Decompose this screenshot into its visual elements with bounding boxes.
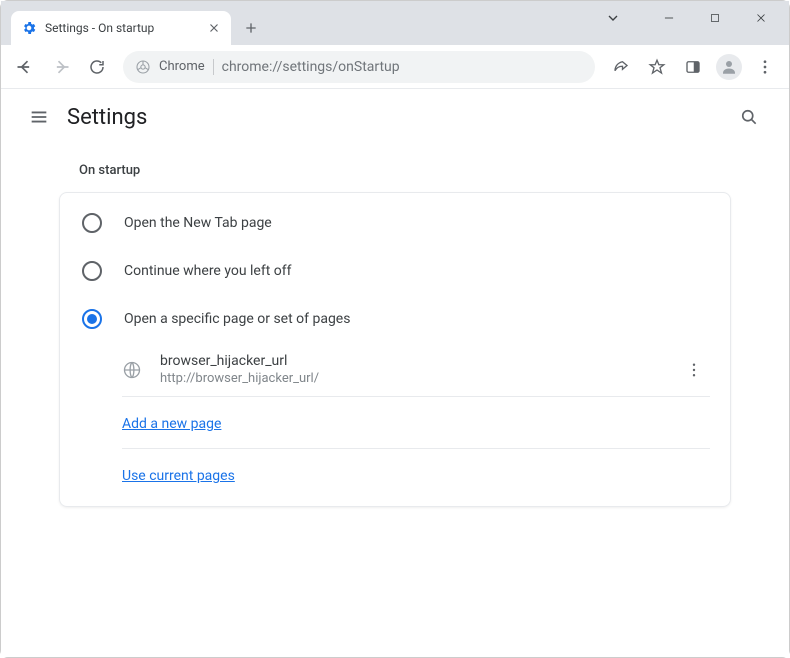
page-name: browser_hijacker_url (160, 353, 660, 369)
search-button[interactable] (729, 97, 769, 137)
bookmark-button[interactable] (641, 51, 673, 83)
page-title: Settings (67, 105, 147, 130)
close-icon[interactable] (207, 21, 221, 35)
browser-toolbar: Chrome chrome://settings/onStartup (1, 45, 789, 89)
chrome-logo-icon (135, 59, 151, 75)
radio-icon (82, 309, 102, 329)
startup-card: Open the New Tab page Continue where you… (59, 192, 731, 507)
forward-button[interactable] (45, 51, 77, 83)
radio-label: Open the New Tab page (124, 215, 272, 231)
address-bar[interactable]: Chrome chrome://settings/onStartup (123, 51, 595, 83)
reload-button[interactable] (81, 51, 113, 83)
page-url: http://browser_hijacker_url/ (160, 371, 660, 386)
gear-icon (21, 20, 37, 36)
radio-continue[interactable]: Continue where you left off (60, 247, 730, 295)
avatar-icon (716, 54, 742, 80)
settings-header: Settings (1, 89, 789, 145)
on-startup-section: On startup Open the New Tab page Continu… (55, 163, 735, 507)
radio-label: Open a specific page or set of pages (124, 311, 350, 327)
share-button[interactable] (605, 51, 637, 83)
minimize-button[interactable] (647, 3, 691, 33)
browser-tab[interactable]: Settings - On startup (11, 11, 231, 45)
page-info: browser_hijacker_url http://browser_hija… (160, 353, 660, 386)
use-current-pages-link[interactable]: Use current pages (122, 468, 235, 484)
section-title: On startup (59, 163, 731, 192)
radio-specific-pages[interactable]: Open a specific page or set of pages (60, 295, 730, 343)
close-window-button[interactable] (739, 3, 783, 33)
add-new-page-row: Add a new page (122, 397, 710, 449)
radio-label: Continue where you left off (124, 263, 292, 279)
menu-button[interactable] (19, 97, 59, 137)
tab-title: Settings - On startup (45, 21, 199, 35)
add-new-page-link[interactable]: Add a new page (122, 416, 221, 432)
globe-icon (122, 360, 142, 380)
profile-button[interactable] (713, 51, 745, 83)
page-more-button[interactable] (678, 354, 710, 386)
new-tab-button[interactable] (237, 14, 265, 42)
omnibox-separator (213, 59, 214, 75)
titlebar: Settings - On startup (1, 1, 789, 45)
settings-page: Settings On startup Open the New Tab pag… (1, 89, 789, 657)
startup-page-row: browser_hijacker_url http://browser_hija… (122, 343, 710, 397)
chevron-down-icon[interactable] (591, 3, 635, 33)
chrome-menu-button[interactable] (749, 51, 781, 83)
startup-pages-list: browser_hijacker_url http://browser_hija… (122, 343, 710, 500)
radio-icon (82, 261, 102, 281)
omnibox-url: chrome://settings/onStartup (222, 59, 583, 75)
maximize-button[interactable] (693, 3, 737, 33)
window-controls (591, 1, 789, 45)
use-current-pages-row: Use current pages (122, 449, 710, 500)
radio-icon (82, 213, 102, 233)
radio-open-new-tab[interactable]: Open the New Tab page (60, 199, 730, 247)
omnibox-chip: Chrome (159, 59, 205, 74)
back-button[interactable] (9, 51, 41, 83)
side-panel-button[interactable] (677, 51, 709, 83)
